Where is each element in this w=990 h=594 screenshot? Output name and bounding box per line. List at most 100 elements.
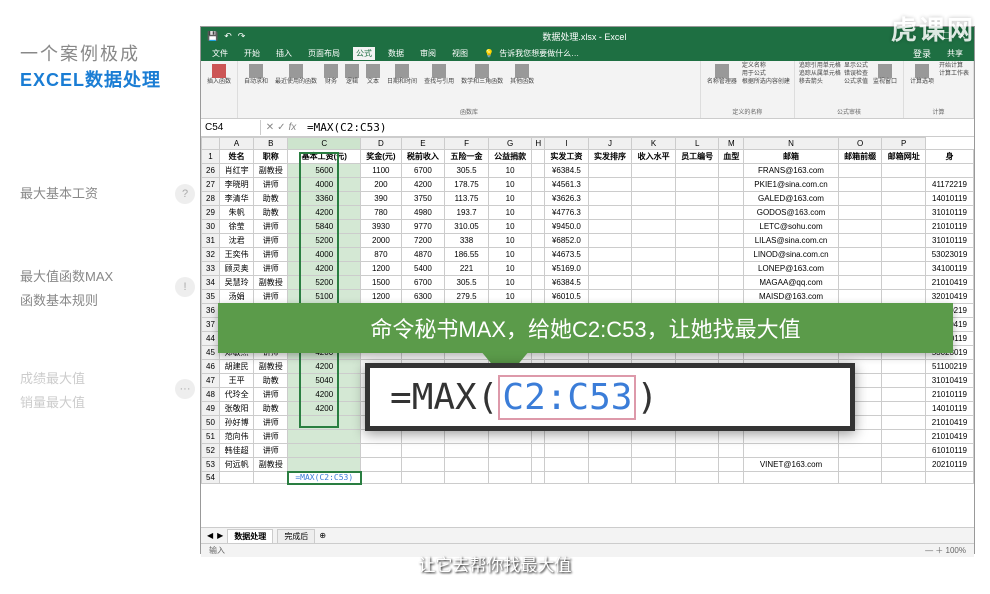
undo-icon[interactable]: ↶ xyxy=(224,31,232,42)
data-cell[interactable] xyxy=(632,262,676,276)
data-cell[interactable] xyxy=(361,458,401,472)
data-cell[interactable] xyxy=(719,164,744,178)
data-cell[interactable]: 胡建民 xyxy=(220,360,254,374)
data-cell[interactable]: LINOD@sina.com.cn xyxy=(744,248,839,262)
col-header[interactable]: F xyxy=(445,138,489,150)
data-cell[interactable] xyxy=(719,178,744,192)
data-cell[interactable] xyxy=(632,276,676,290)
row-header[interactable]: 50 xyxy=(202,416,220,430)
data-cell[interactable] xyxy=(882,276,926,290)
col-header[interactable]: N xyxy=(744,138,839,150)
data-cell[interactable] xyxy=(588,248,632,262)
data-cell[interactable] xyxy=(532,178,545,192)
header-cell[interactable] xyxy=(532,150,545,164)
new-sheet-icon[interactable]: ⊕ xyxy=(319,531,326,540)
data-cell[interactable] xyxy=(588,234,632,248)
data-cell[interactable]: 21010119 xyxy=(926,388,974,402)
row-header[interactable]: 29 xyxy=(202,206,220,220)
data-cell[interactable] xyxy=(675,276,719,290)
tab-data[interactable]: 数据 xyxy=(385,47,407,60)
data-cell[interactable] xyxy=(882,220,926,234)
data-cell[interactable]: ¥6384.5 xyxy=(545,164,589,178)
data-cell[interactable] xyxy=(632,444,676,458)
calc-sheet-item[interactable]: 计算工作表 xyxy=(939,71,969,79)
data-cell[interactable] xyxy=(532,248,545,262)
data-cell[interactable]: 41172219 xyxy=(926,178,974,192)
data-cell[interactable] xyxy=(532,276,545,290)
data-cell[interactable] xyxy=(838,276,882,290)
data-cell[interactable] xyxy=(838,430,882,444)
data-cell[interactable]: 5600 xyxy=(288,164,361,178)
header-cell[interactable]: 姓名 xyxy=(220,150,254,164)
tab-tellme[interactable]: 💡 告诉我您想要做什么… xyxy=(481,47,585,60)
data-cell[interactable] xyxy=(882,164,926,178)
data-cell[interactable] xyxy=(838,458,882,472)
data-cell[interactable] xyxy=(719,220,744,234)
data-cell[interactable]: 4980 xyxy=(401,206,445,220)
data-cell[interactable]: 徐莹 xyxy=(220,220,254,234)
data-cell[interactable]: 朱帆 xyxy=(220,206,254,220)
data-cell[interactable] xyxy=(719,458,744,472)
data-cell[interactable] xyxy=(588,220,632,234)
data-cell[interactable]: 6300 xyxy=(401,290,445,304)
col-header[interactable]: I xyxy=(545,138,589,150)
enter-icon[interactable]: ✓ xyxy=(277,122,285,133)
data-cell[interactable]: ¥4673.5 xyxy=(545,248,589,262)
define-name-item[interactable]: 定义名称 xyxy=(742,63,790,71)
col-header[interactable]: H xyxy=(532,138,545,150)
data-cell[interactable] xyxy=(488,430,532,444)
data-cell[interactable]: 10 xyxy=(488,234,532,248)
tab-insert[interactable]: 插入 xyxy=(273,47,295,60)
login-link[interactable]: 登录 xyxy=(910,46,934,61)
formula-bar[interactable]: =MAX(C2:C53) xyxy=(301,119,974,136)
data-cell[interactable]: 4200 xyxy=(288,262,361,276)
data-cell[interactable]: 助教 xyxy=(254,402,288,416)
data-cell[interactable]: 助教 xyxy=(254,192,288,206)
data-cell[interactable] xyxy=(288,444,361,458)
data-cell[interactable] xyxy=(632,164,676,178)
header-cell[interactable]: 血型 xyxy=(719,150,744,164)
header-cell[interactable]: 实发排序 xyxy=(588,150,632,164)
error-check-item[interactable]: 错误检查 xyxy=(844,71,868,79)
data-cell[interactable] xyxy=(719,290,744,304)
data-cell[interactable] xyxy=(361,444,401,458)
data-cell[interactable] xyxy=(675,206,719,220)
data-cell[interactable] xyxy=(632,430,676,444)
row-header[interactable]: 30 xyxy=(202,220,220,234)
data-cell[interactable]: 顾灵奥 xyxy=(220,262,254,276)
data-cell[interactable]: ¥9450.0 xyxy=(545,220,589,234)
data-cell[interactable] xyxy=(675,290,719,304)
data-cell[interactable] xyxy=(719,206,744,220)
datetime-button[interactable]: 日期和时间 xyxy=(385,63,419,87)
data-cell[interactable]: 14010119 xyxy=(926,402,974,416)
data-cell[interactable]: 1100 xyxy=(361,164,401,178)
data-cell[interactable] xyxy=(838,192,882,206)
data-cell[interactable]: 韩佳超 xyxy=(220,444,254,458)
data-cell[interactable]: 1200 xyxy=(361,290,401,304)
data-cell[interactable]: 61010119 xyxy=(926,444,974,458)
data-cell[interactable]: 221 xyxy=(445,262,489,276)
data-cell[interactable]: 沈君 xyxy=(220,234,254,248)
data-cell[interactable] xyxy=(675,192,719,206)
redo-icon[interactable]: ↷ xyxy=(238,31,246,42)
data-cell[interactable] xyxy=(882,430,926,444)
data-cell[interactable]: 讲师 xyxy=(254,248,288,262)
data-cell[interactable]: 51100219 xyxy=(926,360,974,374)
data-cell[interactable]: 副教授 xyxy=(254,458,288,472)
data-cell[interactable]: 32010419 xyxy=(926,290,974,304)
header-cell[interactable]: 实发工资 xyxy=(545,150,589,164)
data-cell[interactable] xyxy=(719,234,744,248)
editing-cell[interactable]: =MAX(C2:C53) xyxy=(288,472,361,484)
data-cell[interactable]: 助教 xyxy=(254,374,288,388)
tab-layout[interactable]: 页面布局 xyxy=(305,47,343,60)
row-header[interactable]: 26 xyxy=(202,164,220,178)
header-cell[interactable]: 奖金(元) xyxy=(361,150,401,164)
use-in-formula-item[interactable]: 用于公式 xyxy=(742,71,790,79)
create-from-sel-item[interactable]: 根据所选内容创建 xyxy=(742,79,790,87)
data-cell[interactable] xyxy=(882,248,926,262)
data-cell[interactable] xyxy=(632,192,676,206)
data-cell[interactable]: 张敬阳 xyxy=(220,402,254,416)
header-cell[interactable]: 身 xyxy=(926,150,974,164)
show-formulas-item[interactable]: 显示公式 xyxy=(844,63,868,71)
header-cell[interactable]: 邮箱 xyxy=(744,150,839,164)
